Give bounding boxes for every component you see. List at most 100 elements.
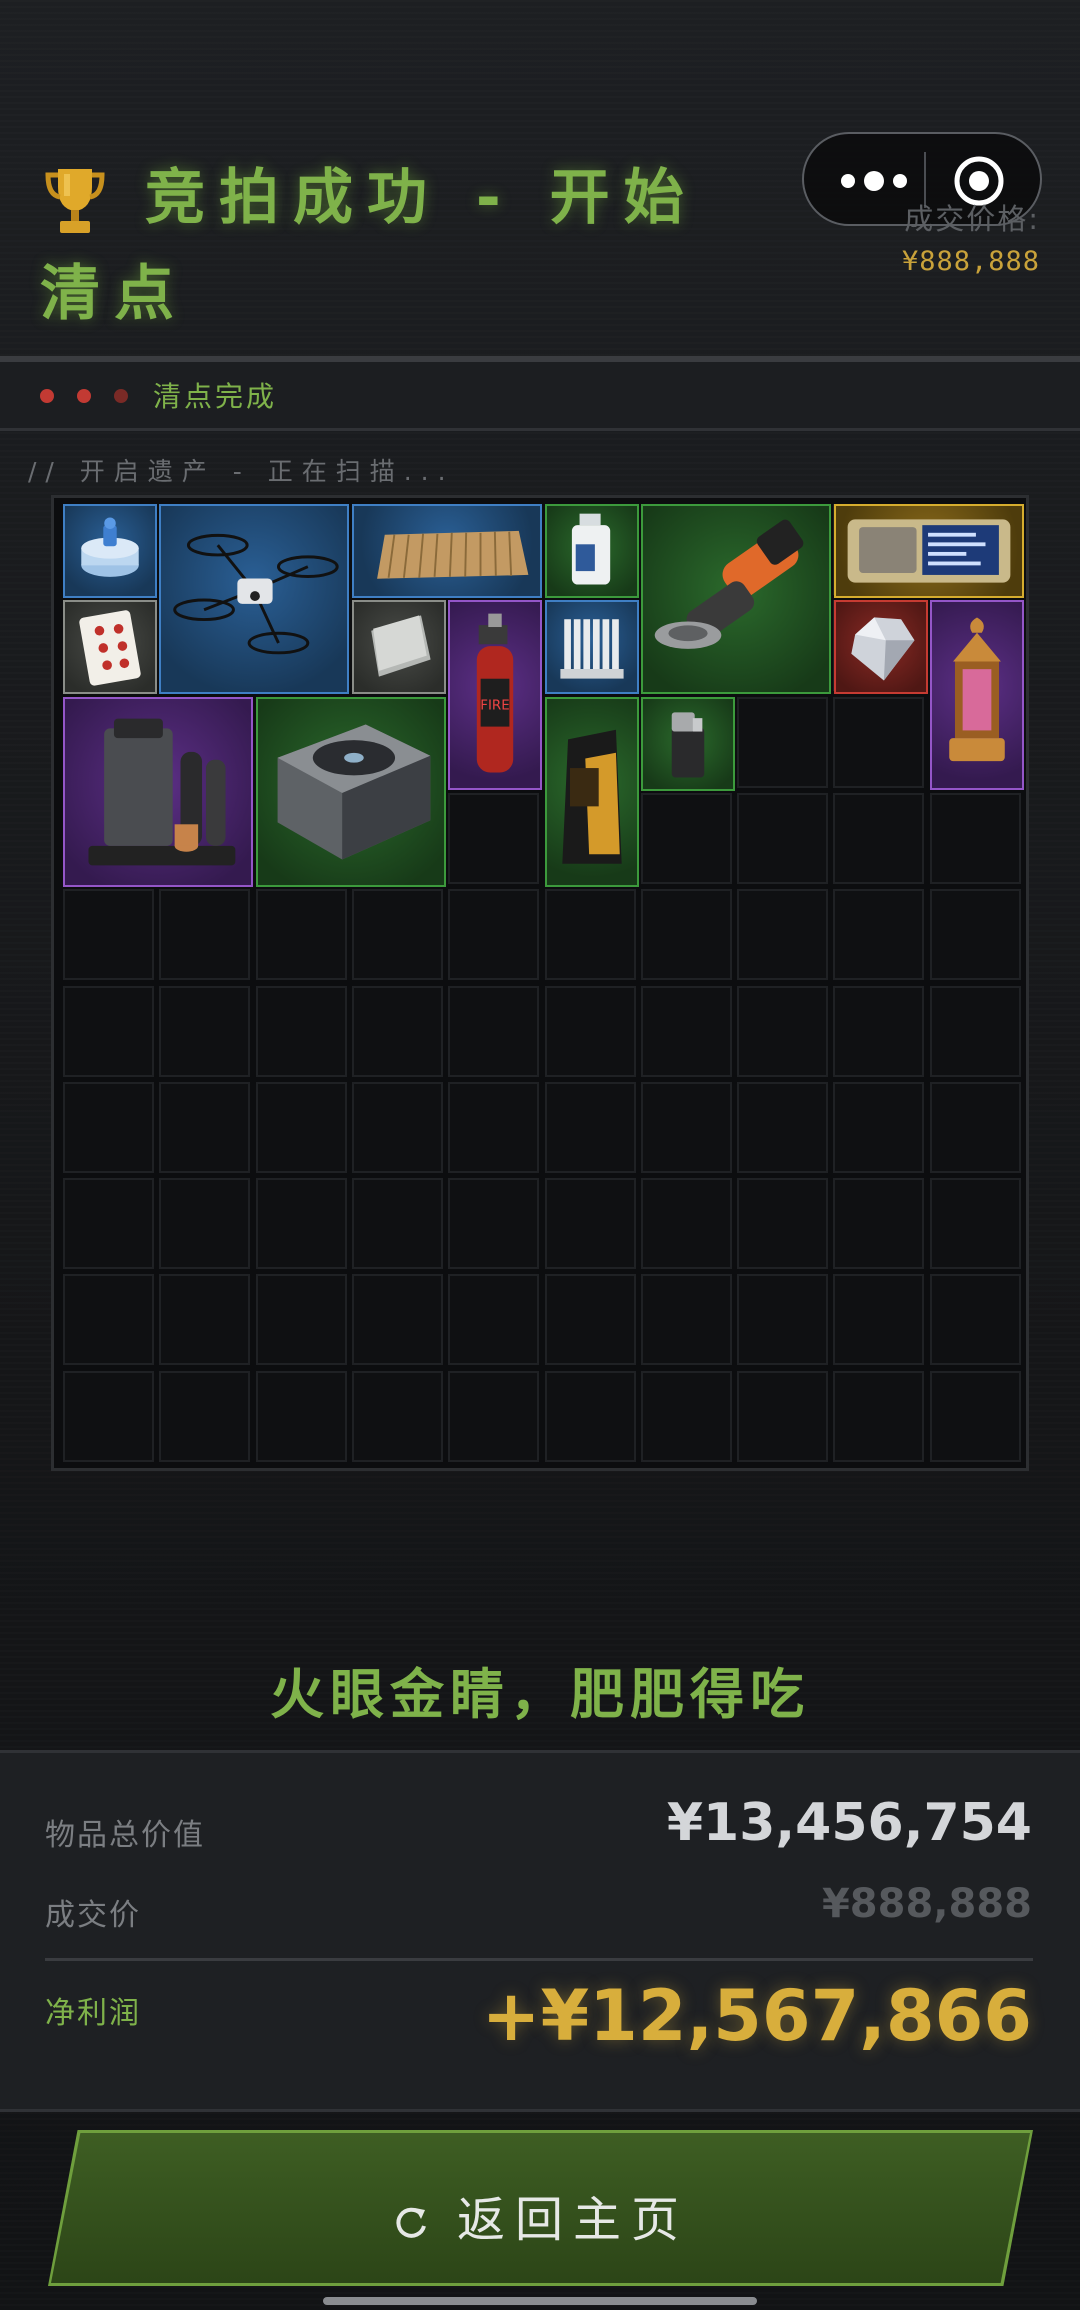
profit-summary: 物品总价值 ¥13,456,754 成交价 ¥888,888 净利润 +¥12,…: [0, 1750, 1080, 2112]
grid-cell: [352, 1371, 443, 1462]
grid-cell: [930, 1371, 1021, 1462]
grid-cell: [833, 889, 924, 980]
angle-grinder-item[interactable]: [641, 504, 831, 694]
grid-cell: [641, 1178, 732, 1269]
status-bar: 清点完成: [0, 362, 1080, 431]
deal-price-label: 成交价格:: [904, 202, 1040, 236]
net-profit-value: +¥12,567,866: [481, 1975, 1032, 2057]
grid-cell: [641, 1371, 732, 1462]
tablet-device-item[interactable]: [834, 504, 1024, 598]
deal-price-row-value: ¥888,888: [821, 1881, 1032, 1927]
grid-cell: [545, 889, 636, 980]
grid-cell: [352, 1178, 443, 1269]
grid-cell: [352, 1082, 443, 1173]
grid-cell: [159, 1274, 250, 1365]
grid-cell: [448, 986, 539, 1077]
grid-cell: [545, 986, 636, 1077]
playing-card-item[interactable]: [63, 600, 157, 694]
deal-price-row-label: 成交价: [45, 1898, 141, 1933]
grid-cell: [833, 793, 924, 884]
coffee-bag-item[interactable]: [545, 697, 639, 887]
return-home-button-content[interactable]: 返回主页: [0, 2180, 1080, 2250]
grid-cell: [641, 793, 732, 884]
grid-cell: [833, 1274, 924, 1365]
bottle-item[interactable]: [545, 504, 639, 598]
grid-cell: [930, 793, 1021, 884]
lighter-item[interactable]: [641, 697, 735, 791]
grid-cell: [352, 986, 443, 1077]
grid-cell: [641, 1274, 732, 1365]
power-supply-item[interactable]: [256, 697, 446, 887]
fuel-tablet-item[interactable]: [63, 504, 157, 598]
total-value-label: 物品总价值: [45, 1818, 205, 1853]
grid-cell: [448, 1274, 539, 1365]
svg-text:FIRE: FIRE: [480, 698, 509, 713]
grid-cell: [833, 1178, 924, 1269]
grid-cell: [641, 889, 732, 980]
grid-cell: [256, 1274, 347, 1365]
grid-cell: [833, 697, 924, 788]
paper-stack-item[interactable]: [352, 600, 446, 694]
summary-divider: [45, 1958, 1033, 1961]
drone-item[interactable]: [159, 504, 349, 694]
grid-cell: [256, 1371, 347, 1462]
grid-cell: [63, 889, 154, 980]
grid-cell: [930, 889, 1021, 980]
lantern-item[interactable]: [930, 600, 1024, 790]
page-title: 竞拍成功 - 开始清点: [40, 163, 698, 329]
status-led: [114, 389, 128, 403]
grid-cell: [448, 1082, 539, 1173]
grid-cell: [737, 1178, 828, 1269]
grid-cell: [63, 986, 154, 1077]
grid-cell: [737, 889, 828, 980]
net-profit-label: 净利润: [45, 1996, 141, 2031]
grid-cell: [930, 1274, 1021, 1365]
grid-cell: [448, 889, 539, 980]
grid-cell: [833, 986, 924, 1077]
grid-cell: [256, 1082, 347, 1173]
more-icon[interactable]: [834, 161, 914, 201]
filter-cartridge-item[interactable]: [545, 600, 639, 694]
grid-cell: [737, 986, 828, 1077]
refresh-icon: [396, 2207, 426, 2238]
home-indicator[interactable]: [323, 2297, 757, 2305]
grid-cell: [448, 793, 539, 884]
grid-cell: [159, 1082, 250, 1173]
status-led: [77, 389, 91, 403]
grid-cell: [833, 1371, 924, 1462]
corrugated-board-item[interactable]: [352, 504, 542, 598]
grid-cell: [737, 697, 828, 788]
grid-cell: [159, 1178, 250, 1269]
status-text: 清点完成: [153, 380, 278, 413]
grid-cell: [448, 1371, 539, 1462]
grid-cell: [737, 1082, 828, 1173]
grid-cell: [833, 1082, 924, 1173]
grid-cell: [256, 986, 347, 1077]
grid-cell: [545, 1082, 636, 1173]
return-home-label: 返回主页: [456, 2192, 689, 2248]
grid-cell: [737, 793, 828, 884]
inventory-grid-cells: FIRE: [63, 504, 1026, 1467]
grid-cell: [930, 1082, 1021, 1173]
inventory-grid: FIRE: [51, 495, 1029, 1471]
grid-cell: [641, 1082, 732, 1173]
grid-cell: [930, 986, 1021, 1077]
grid-cell: [352, 889, 443, 980]
grid-cell: [448, 1178, 539, 1269]
blowtorch-item[interactable]: FIRE: [448, 600, 542, 790]
grid-cell: [256, 889, 347, 980]
grid-cell: [63, 1178, 154, 1269]
grid-cell: [545, 1178, 636, 1269]
grid-cell: [159, 986, 250, 1077]
diamond-item[interactable]: [834, 600, 928, 694]
scan-status-text: // 开启遗产 - 正在扫描...: [28, 457, 455, 486]
grid-cell: [352, 1274, 443, 1365]
grid-cell: [63, 1371, 154, 1462]
grid-cell: [737, 1371, 828, 1462]
grid-cell: [159, 1371, 250, 1462]
coffee-machine-item[interactable]: [63, 697, 253, 887]
status-led: [40, 389, 54, 403]
grid-cell: [641, 986, 732, 1077]
motto-text: 火眼金睛，肥肥得吃: [270, 1663, 810, 1726]
grid-cell: [737, 1274, 828, 1365]
